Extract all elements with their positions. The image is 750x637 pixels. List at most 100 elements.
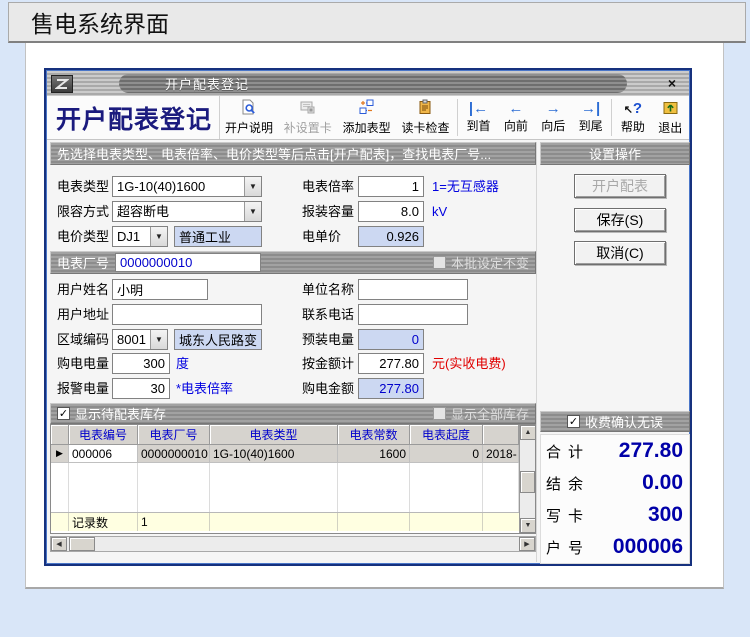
col-constant[interactable]: 电表常数 [338,425,410,445]
cell-date: 2018- [483,445,519,463]
address-input[interactable] [112,304,262,325]
dialog-titlebar[interactable]: 开户配表登记 × [47,71,689,96]
total-row: 合计 277.80 [541,435,689,467]
col-factory-no[interactable]: 电表厂号 [138,425,210,445]
doc-search-icon [240,99,257,118]
card-setup-icon [299,99,316,118]
unit-price-field [358,226,424,247]
org-name-input[interactable] [358,279,468,300]
checkmark-icon: ✓ [59,407,68,420]
read-card-check-button[interactable]: 读卡检查 [396,96,455,139]
col-meter-type[interactable]: 电表类型 [210,425,338,445]
scroll-up-icon[interactable]: ▲ [520,425,536,440]
capacity-label: 报装容量 [302,201,354,222]
total-value: 277.80 [619,439,683,463]
go-first-button[interactable]: |← 到首 [460,96,497,139]
horizontal-scroll-thumb[interactable] [69,537,95,551]
chevron-down-icon[interactable]: ▼ [244,202,261,221]
open-instructions-button[interactable]: 开户说明 [220,96,279,139]
alarm-kwh-input[interactable] [112,378,170,399]
alarm-kwh-label: 报警电量 [57,378,109,399]
dialog-title-pill: 开户配表登记 [119,74,627,93]
nav-prev-icon: ← [508,101,523,116]
nav-next-icon: → [546,101,561,116]
fee-confirm-checkbox[interactable]: ✓ [567,415,580,428]
purchase-kwh-unit: 度 [176,353,189,374]
go-next-button[interactable]: → 向后 [535,96,572,139]
col-date[interactable] [483,425,519,445]
exit-button[interactable]: 退出 [652,96,689,139]
button-label: 到尾 [579,117,603,134]
side-panel-title: 设置操作 [589,144,641,163]
area-code-value: 8001 [113,330,150,349]
scroll-right-icon[interactable]: ▶ [519,537,535,551]
toolbar-separator [611,99,612,136]
table-header-row: 电表编号 电表厂号 电表类型 电表常数 电表起度 [51,425,535,445]
side-panel-header: 设置操作 [540,142,690,165]
table-row[interactable]: ▶ 000006 0000000010 1G-10(40)1600 1600 0… [51,445,535,463]
toolbar: 开户配表登记 开户说明 补设置卡 添加表型 读卡检查 | [47,96,689,140]
capacity-unit: kV [432,201,447,222]
stock-filter-bar: ✓ 显示待配表库存 显示全部库存 [50,403,536,424]
user-name-input[interactable] [112,279,208,300]
capacity-input[interactable] [358,201,424,222]
panel-divider [536,142,537,562]
write-card-row: 写卡 300 [541,499,689,531]
show-all-checkbox[interactable] [433,407,446,420]
cell-factory-no: 0000000010 [138,445,210,463]
scroll-down-icon[interactable]: ▼ [520,518,536,533]
chevron-down-icon[interactable]: ▼ [244,177,261,196]
checkmark-icon: ✓ [569,415,578,428]
add-boxes-icon [358,99,375,118]
phone-input[interactable] [358,304,468,325]
col-start-reading[interactable]: 电表起度 [410,425,483,445]
chevron-down-icon[interactable]: ▼ [150,227,167,246]
close-icon[interactable]: × [663,74,681,92]
cell-start-reading: 0 [410,445,483,463]
button-label: 读卡检查 [401,119,449,136]
purchase-kwh-input[interactable] [112,353,170,374]
button-label: 向后 [541,117,565,134]
area-name-field [174,329,262,350]
go-previous-button[interactable]: ← 向前 [497,96,534,139]
price-type-code: DJ1 [113,227,150,246]
page-title: 开户配表登记 [47,96,220,139]
purchase-amount-field [358,378,424,399]
account-no-value: 000006 [613,535,683,559]
price-type-select[interactable]: DJ1 ▼ [112,226,168,247]
chevron-down-icon[interactable]: ▼ [150,330,167,349]
factory-number-label: 电表厂号 [57,253,109,272]
scroll-left-icon[interactable]: ◀ [51,537,67,551]
horizontal-scrollbar[interactable]: ◀ ▶ [50,536,536,552]
vertical-scrollbar[interactable]: ▲ ▼ [519,425,535,533]
factory-number-input[interactable] [115,253,261,272]
by-amount-input[interactable] [358,353,424,374]
col-meter-no[interactable]: 电表编号 [69,425,138,445]
cancel-button[interactable]: 取消(C) [574,241,666,265]
balance-value: 0.00 [642,471,683,495]
add-meter-type-button[interactable]: 添加表型 [337,96,396,139]
button-label: 补设置卡 [284,119,332,136]
button-label: 到首 [467,117,491,134]
alarm-note: *电表倍率 [176,378,233,399]
area-code-select[interactable]: 8001 ▼ [112,329,168,350]
limit-mode-select[interactable]: 超容断电 ▼ [112,201,262,222]
button-label: 退出 [658,119,682,136]
meter-stock-table: 电表编号 电表厂号 电表类型 电表常数 电表起度 ▶ 000006 000000… [50,424,536,534]
meter-type-select[interactable]: 1G-10(40)1600 ▼ [112,176,262,197]
meter-type-value: 1G-10(40)1600 [113,177,244,196]
show-pending-checkbox[interactable]: ✓ [57,407,70,420]
go-last-button[interactable]: →| 到尾 [572,96,609,139]
nav-last-icon: →| [581,101,600,116]
balance-label: 结余 [546,473,590,494]
save-button[interactable]: 保存(S) [574,208,666,232]
balance-row: 结余 0.00 [541,467,689,499]
meter-ratio-input[interactable] [358,176,424,197]
help-button[interactable]: ↖? 帮助 [614,96,651,139]
vertical-scroll-thumb[interactable] [520,471,535,493]
batch-fixed-checkbox [433,256,446,269]
by-amount-note: 元(实收电费) [432,353,506,374]
purchase-amount-label: 购电金额 [302,378,354,399]
nav-first-icon: |← [469,101,488,116]
purchase-kwh-label: 购电电量 [57,353,109,374]
